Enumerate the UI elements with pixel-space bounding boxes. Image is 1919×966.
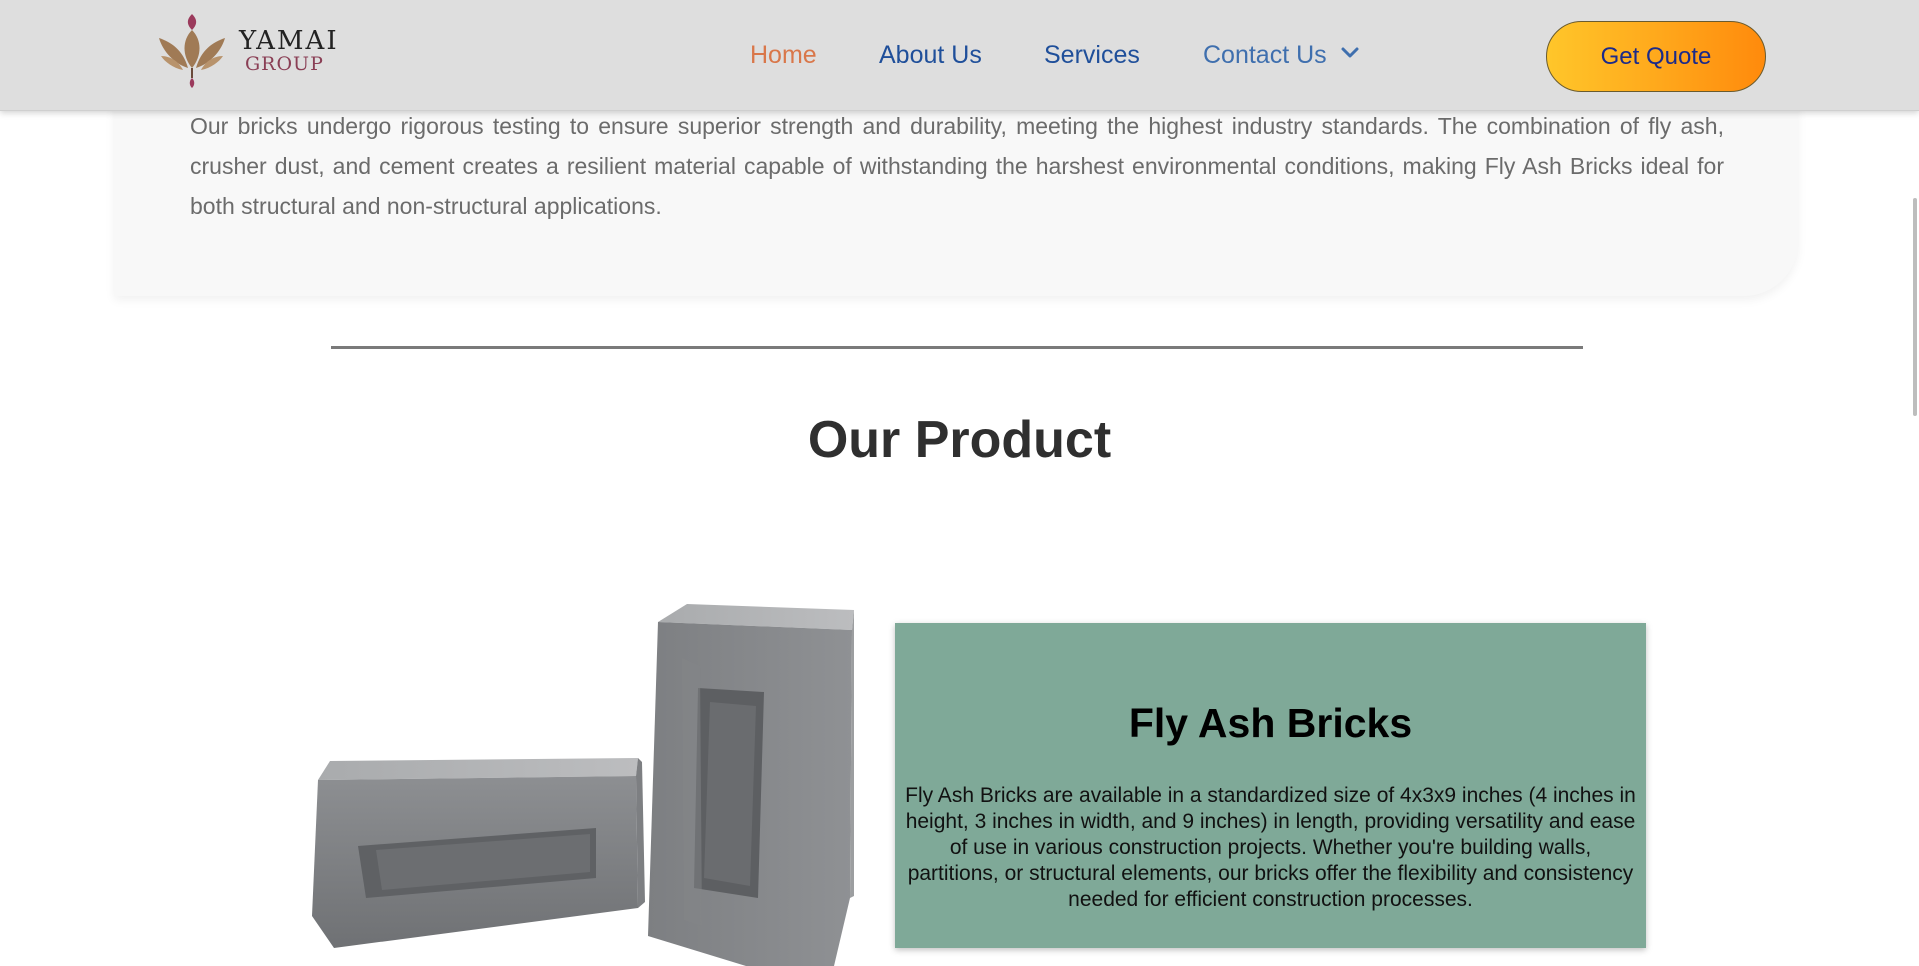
nav-contact-us-label: Contact Us <box>1203 41 1327 69</box>
fly-ash-bricks-image <box>306 596 866 966</box>
chevron-down-icon <box>1341 47 1359 58</box>
lotus-logo-icon <box>159 14 225 88</box>
intro-text: Our bricks undergo rigorous testing to e… <box>190 113 1724 219</box>
get-quote-button[interactable]: Get Quote <box>1546 21 1766 92</box>
logo-subtitle: GROUP <box>245 53 324 75</box>
product-title: Fly Ash Bricks <box>1128 700 1413 746</box>
nav-contact-us[interactable]: Contact Us <box>1203 40 1360 70</box>
site-header: YAMAI GROUP Home About Us Services Conta… <box>0 0 1919 111</box>
logo-wordmark: YAMAI <box>239 26 339 56</box>
nav-about-us[interactable]: About Us <box>879 40 982 70</box>
page: Our bricks undergo rigorous testing to e… <box>0 0 1919 966</box>
section-title: Our Product <box>807 411 1112 469</box>
product-description: Fly Ash Bricks are available in a standa… <box>905 784 1636 911</box>
nav-services[interactable]: Services <box>1044 40 1140 70</box>
scrollbar-thumb[interactable] <box>1913 198 1917 416</box>
nav-home[interactable]: Home <box>750 40 817 70</box>
logo[interactable]: YAMAI GROUP <box>155 12 345 90</box>
product-card: Fly Ash Bricks Fly Ash Bricks are availa… <box>895 623 1646 948</box>
section-divider <box>331 346 1583 349</box>
